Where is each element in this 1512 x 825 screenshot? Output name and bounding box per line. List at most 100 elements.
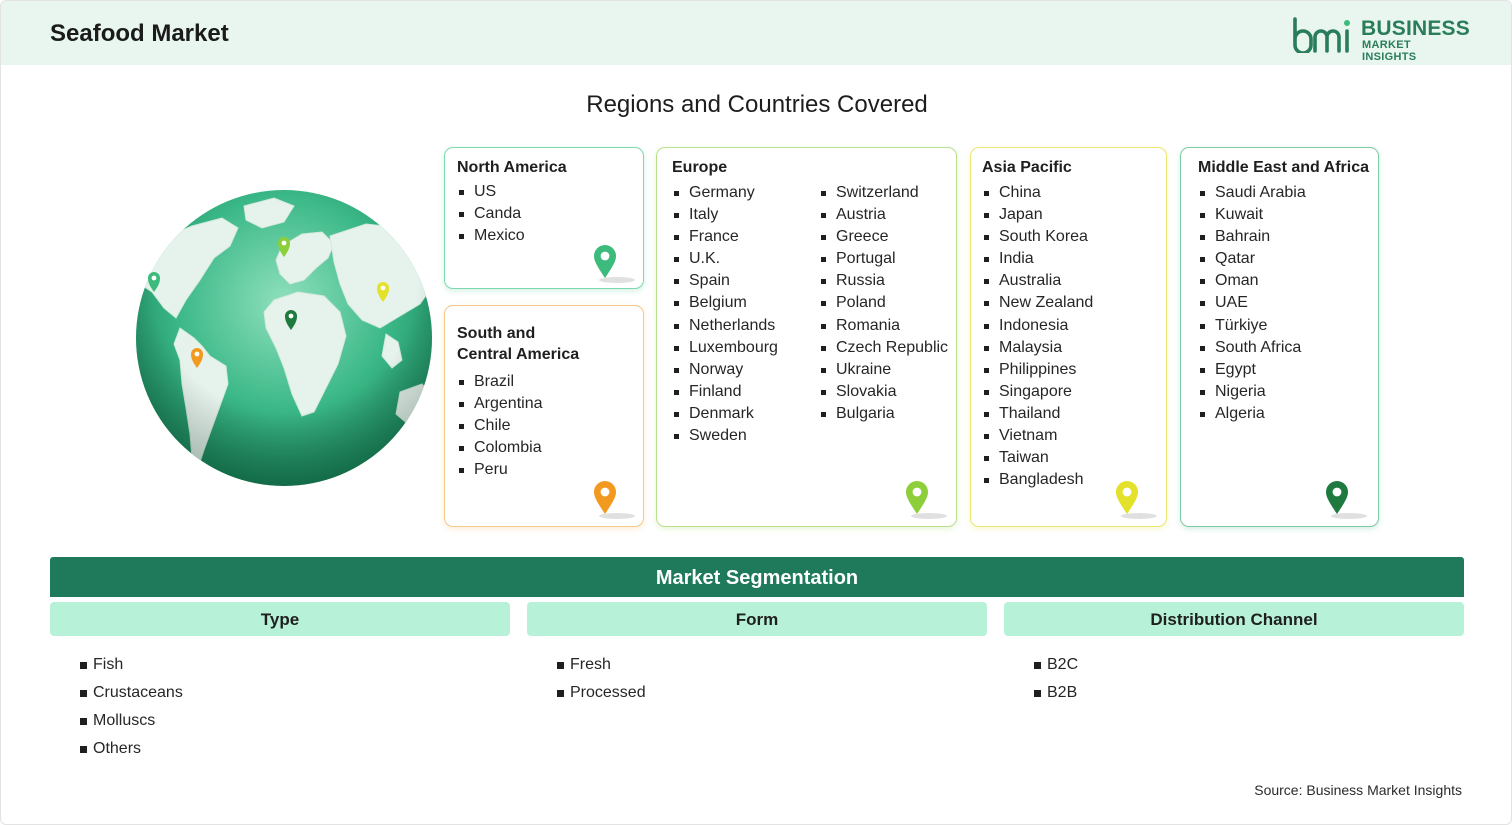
list-item: Russia bbox=[819, 270, 948, 292]
list-item: India bbox=[982, 248, 1093, 270]
list-item: Norway bbox=[672, 359, 778, 381]
list-item: Colombia bbox=[457, 437, 543, 459]
list-item: Luxembourg bbox=[672, 337, 778, 359]
country-list-middle-east-africa: Saudi Arabia Kuwait Bahrain Qatar Oman U… bbox=[1198, 182, 1306, 425]
country-list-south-central-america: Brazil Argentina Chile Colombia Peru bbox=[457, 371, 543, 481]
list-item: Chile bbox=[457, 415, 543, 437]
list-item: U.K. bbox=[672, 248, 778, 270]
region-title-south-central-america: South and Central America bbox=[457, 325, 580, 363]
list-item: Fresh bbox=[557, 651, 646, 679]
list-item: Czech Republic bbox=[819, 337, 948, 359]
list-item: Peru bbox=[457, 459, 543, 481]
country-list-europe-col1: Germany Italy France U.K. Spain Belgium … bbox=[672, 182, 778, 447]
list-item: B2C bbox=[1034, 651, 1078, 679]
segment-list-type: Fish Crustaceans Molluscs Others bbox=[80, 651, 183, 763]
list-item: Malaysia bbox=[982, 337, 1093, 359]
list-item: Spain bbox=[672, 270, 778, 292]
map-pin-icon bbox=[594, 245, 635, 283]
regions-section-title: Regions and Countries Covered bbox=[586, 91, 928, 118]
list-item: Singapore bbox=[982, 381, 1093, 403]
list-item: Processed bbox=[557, 679, 646, 707]
list-item: US bbox=[457, 181, 525, 203]
map-pin-icon bbox=[906, 481, 947, 519]
map-pin-icon bbox=[1326, 481, 1367, 519]
country-list-north-america: US Canda Mexico bbox=[457, 181, 525, 247]
map-pin-icon bbox=[594, 481, 635, 519]
bmi-logo-mark-icon bbox=[1293, 17, 1350, 53]
list-item: Vietnam bbox=[982, 425, 1093, 447]
list-item: Oman bbox=[1198, 270, 1306, 292]
header-bar: Seafood Market BUSINESS MARKET INSIGHTS bbox=[1, 1, 1511, 65]
segment-list-form: Fresh Processed bbox=[557, 651, 646, 707]
list-item: Ukraine bbox=[819, 359, 948, 381]
list-item: Molluscs bbox=[80, 707, 183, 735]
segment-list-distribution-channel: B2C B2B bbox=[1034, 651, 1078, 707]
list-item: Finland bbox=[672, 381, 778, 403]
country-list-asia-pacific: China Japan South Korea India Australia … bbox=[982, 182, 1093, 491]
list-item: Greece bbox=[819, 226, 948, 248]
region-title-middle-east-africa: Middle East and Africa bbox=[1198, 159, 1369, 176]
region-card-asia-pacific: Asia Pacific China Japan South Korea Ind… bbox=[970, 147, 1167, 527]
list-item: Slovakia bbox=[819, 381, 948, 403]
list-item: Poland bbox=[819, 292, 948, 314]
company-logo: BUSINESS MARKET INSIGHTS bbox=[1291, 15, 1470, 63]
list-item: Australia bbox=[982, 270, 1093, 292]
page-title: Seafood Market bbox=[50, 20, 229, 47]
list-item: Sweden bbox=[672, 425, 778, 447]
list-item: Saudi Arabia bbox=[1198, 182, 1306, 204]
list-item: Bahrain bbox=[1198, 226, 1306, 248]
list-item: B2B bbox=[1034, 679, 1078, 707]
map-pin-icon bbox=[1116, 481, 1157, 519]
list-item: Nigeria bbox=[1198, 381, 1306, 403]
list-item: South Africa bbox=[1198, 337, 1306, 359]
list-item: Italy bbox=[672, 204, 778, 226]
segment-heading-type: Type bbox=[50, 602, 510, 636]
list-item: Netherlands bbox=[672, 315, 778, 337]
list-item: Egypt bbox=[1198, 359, 1306, 381]
region-card-north-america: North America US Canda Mexico bbox=[444, 147, 644, 289]
segment-heading-form: Form bbox=[527, 602, 987, 636]
region-card-europe: Europe Germany Italy France U.K. Spain B… bbox=[656, 147, 957, 527]
list-item: Indonesia bbox=[982, 315, 1093, 337]
list-item: Others bbox=[80, 735, 183, 763]
list-item: UAE bbox=[1198, 292, 1306, 314]
region-title-europe: Europe bbox=[672, 159, 728, 176]
logo-sub-text: MARKET INSIGHTS bbox=[1362, 39, 1417, 63]
list-item: Austria bbox=[819, 204, 948, 226]
list-item: Germany bbox=[672, 182, 778, 204]
region-title-asia-pacific: Asia Pacific bbox=[982, 159, 1072, 176]
list-item: South Korea bbox=[982, 226, 1093, 248]
list-item: Taiwan bbox=[982, 447, 1093, 469]
list-item: Switzerland bbox=[819, 182, 948, 204]
list-item: Bangladesh bbox=[982, 469, 1093, 491]
list-item: Japan bbox=[982, 204, 1093, 226]
market-segmentation-title: Market Segmentation bbox=[50, 557, 1464, 597]
logo-brand-text: BUSINESS bbox=[1361, 17, 1470, 40]
list-item: Philippines bbox=[982, 359, 1093, 381]
region-card-south-central-america: South and Central America Brazil Argenti… bbox=[444, 305, 644, 527]
list-item: Thailand bbox=[982, 403, 1093, 425]
list-item: Brazil bbox=[457, 371, 543, 393]
list-item: Bulgaria bbox=[819, 403, 948, 425]
region-card-middle-east-africa: Middle East and Africa Saudi Arabia Kuwa… bbox=[1180, 147, 1379, 527]
list-item: Argentina bbox=[457, 393, 543, 415]
list-item: Algeria bbox=[1198, 403, 1306, 425]
source-note: Source: Business Market Insights bbox=[1254, 782, 1462, 798]
list-item: Denmark bbox=[672, 403, 778, 425]
list-item: Türkiye bbox=[1198, 315, 1306, 337]
list-item: Fish bbox=[80, 651, 183, 679]
world-globe-icon bbox=[136, 190, 432, 486]
list-item: New Zealand bbox=[982, 292, 1093, 314]
list-item: Kuwait bbox=[1198, 204, 1306, 226]
region-title-north-america: North America bbox=[457, 159, 567, 176]
list-item: Romania bbox=[819, 315, 948, 337]
infographic-frame: Seafood Market BUSINESS MARKET INSIGHTS … bbox=[0, 0, 1512, 825]
list-item: China bbox=[982, 182, 1093, 204]
list-item: Qatar bbox=[1198, 248, 1306, 270]
country-list-europe-col2: Switzerland Austria Greece Portugal Russ… bbox=[819, 182, 948, 425]
list-item: Portugal bbox=[819, 248, 948, 270]
list-item: Mexico bbox=[457, 225, 525, 247]
list-item: Canda bbox=[457, 203, 525, 225]
list-item: France bbox=[672, 226, 778, 248]
list-item: Belgium bbox=[672, 292, 778, 314]
